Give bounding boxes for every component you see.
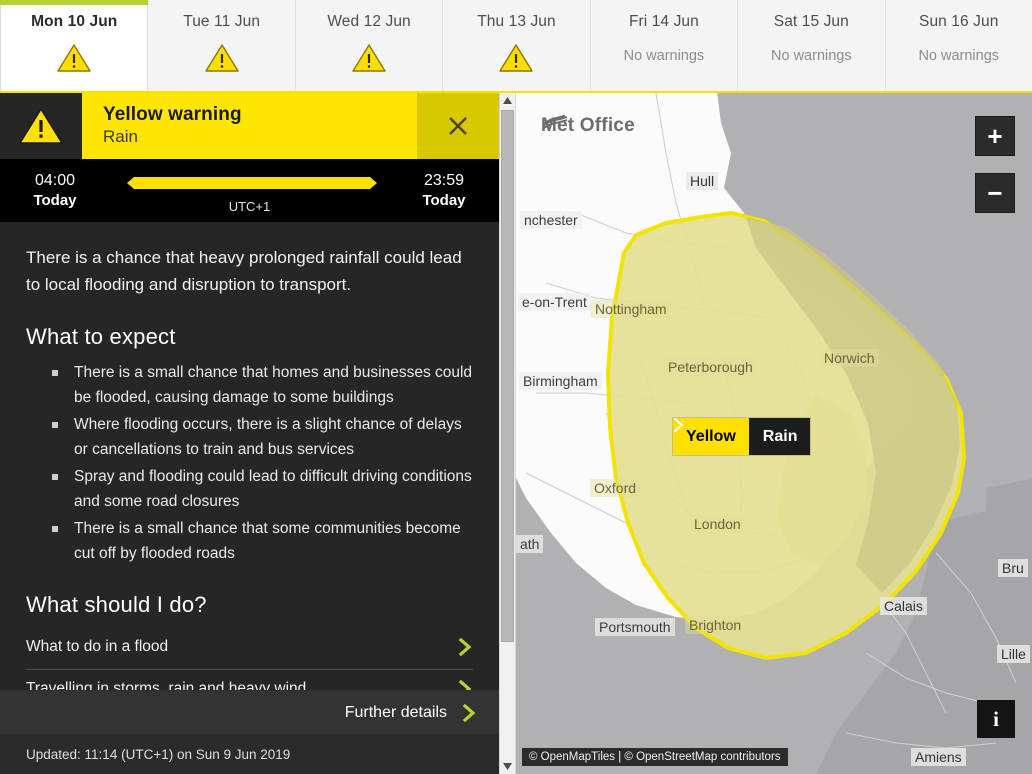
warning-timezone: UTC+1 (228, 199, 271, 214)
warning-map[interactable]: Met Office nchester Hull e-on-Trent Nott… (516, 93, 1032, 774)
day-tab-label: Tue 11 Jun (183, 13, 261, 30)
warning-lead-text: There is a chance that heavy prolonged r… (26, 248, 462, 294)
warning-triangle-icon (352, 44, 386, 72)
met-office-wave-icon (542, 115, 568, 130)
map-attribution: © OpenMapTiles | © OpenStreetMap contrib… (522, 748, 788, 766)
warning-header-titles: Yellow warning Rain (82, 93, 417, 159)
advice-link-flood[interactable]: What to do in a flood (26, 628, 473, 670)
warning-end-day: Today (422, 191, 466, 209)
warning-triangle-icon (57, 44, 91, 72)
day-tab-tue-11-jun[interactable]: Tue 11 Jun (148, 0, 296, 91)
further-details-label: Further details (344, 703, 447, 721)
day-tab-status: No warnings (623, 48, 705, 64)
warning-duration-track: UTC+1 (110, 159, 389, 222)
warning-header: Yellow warning Rain (0, 93, 499, 159)
duration-arrow-icon (127, 177, 377, 189)
panel-scrollbar[interactable] (499, 93, 516, 774)
advice-link-label: What to do in a flood (26, 638, 169, 655)
zoom-out-button[interactable]: − (975, 173, 1015, 213)
warning-triangle-icon (204, 44, 239, 72)
day-tab-label: Mon 10 Jun (31, 13, 118, 30)
close-icon (449, 117, 467, 135)
day-tab-wed-12-jun[interactable]: Wed 12 Jun (295, 0, 444, 91)
list-item: Spray and flooding could lead to difficu… (50, 464, 473, 514)
what-to-expect-list: There is a small chance that homes and b… (26, 360, 473, 566)
badge-type-container: Rain (673, 418, 811, 455)
day-tab-sun-16-jun[interactable]: Sun 16 Jun No warnings (885, 0, 1032, 91)
map-warning-badge[interactable]: Yellow Rain (673, 418, 811, 455)
day-tab-label: Sun 16 Jun (919, 13, 999, 30)
what-to-expect-heading: What to expect (26, 324, 176, 349)
minus-icon: − (987, 178, 1003, 208)
warning-body: There is a chance that heavy prolonged r… (0, 244, 499, 711)
warning-triangle-icon (499, 44, 534, 72)
chevron-right-icon (673, 418, 684, 432)
further-details-button[interactable]: Further details (0, 690, 499, 734)
day-tab-status: No warnings (771, 48, 852, 64)
warning-end-time: 23:59 (423, 171, 465, 189)
plus-icon: + (987, 121, 1003, 151)
day-tab-label: Thu 13 Jun (477, 13, 556, 30)
warning-end: 23:59 Today (389, 171, 499, 211)
scroll-up-arrow-icon[interactable] (500, 93, 515, 108)
warning-type: Rain (103, 127, 138, 146)
list-item: Where flooding occurs, there is a slight… (50, 412, 473, 462)
close-button[interactable] (417, 93, 499, 159)
chevron-right-icon (462, 703, 476, 722)
warning-start-day: Today (33, 191, 77, 209)
day-tab-fri-14-jun[interactable]: Fri 14 Jun No warnings (590, 0, 739, 91)
scrollbar-thumb[interactable] (501, 110, 514, 642)
day-tab-sat-15-jun[interactable]: Sat 15 Jun No warnings (738, 0, 886, 91)
zoom-in-button[interactable]: + (975, 116, 1015, 156)
day-tab-bar: Mon 10 Jun Tue 11 Jun Wed 12 Jun Thu 13 … (0, 0, 1032, 93)
day-tab-status: No warnings (918, 48, 1000, 64)
warning-header-icon-box (0, 93, 82, 159)
what-should-i-do-heading: What should I do? (26, 592, 207, 617)
chevron-right-icon (458, 638, 472, 656)
list-item: There is a small chance that homes and b… (50, 360, 473, 410)
badge-level: Yellow (673, 418, 749, 455)
met-office-warning-page: Mon 10 Jun Tue 11 Jun Wed 12 Jun Thu 13 … (0, 0, 1032, 774)
warning-start-time: 04:00 (34, 171, 76, 189)
day-tab-label: Fri 14 Jun (628, 13, 699, 30)
map-info-button[interactable]: i (977, 700, 1015, 738)
warning-start: 04:00 Today (0, 171, 110, 211)
warning-time-bar: 04:00 Today UTC+1 23:59 Today (0, 159, 499, 222)
day-tab-label: Sat 15 Jun (773, 13, 849, 30)
badge-type: Rain (762, 427, 798, 445)
warning-triangle-icon (19, 108, 63, 144)
warning-detail-panel: Yellow warning Rain 04:00 Today UTC+1 23… (0, 93, 499, 774)
day-tab-mon-10-jun[interactable]: Mon 10 Jun (0, 0, 149, 91)
warning-level-title: Yellow warning (103, 104, 242, 125)
info-icon: i (993, 706, 999, 731)
scroll-down-arrow-icon[interactable] (500, 759, 515, 774)
list-item: There is a small chance that some commun… (50, 516, 473, 566)
updated-timestamp: Updated: 11:14 (UTC+1) on Sun 9 Jun 2019 (0, 734, 499, 774)
day-tab-thu-13-jun[interactable]: Thu 13 Jun (443, 0, 591, 91)
day-tab-label: Wed 12 Jun (327, 13, 411, 30)
met-office-logo: Met Office (541, 115, 635, 137)
